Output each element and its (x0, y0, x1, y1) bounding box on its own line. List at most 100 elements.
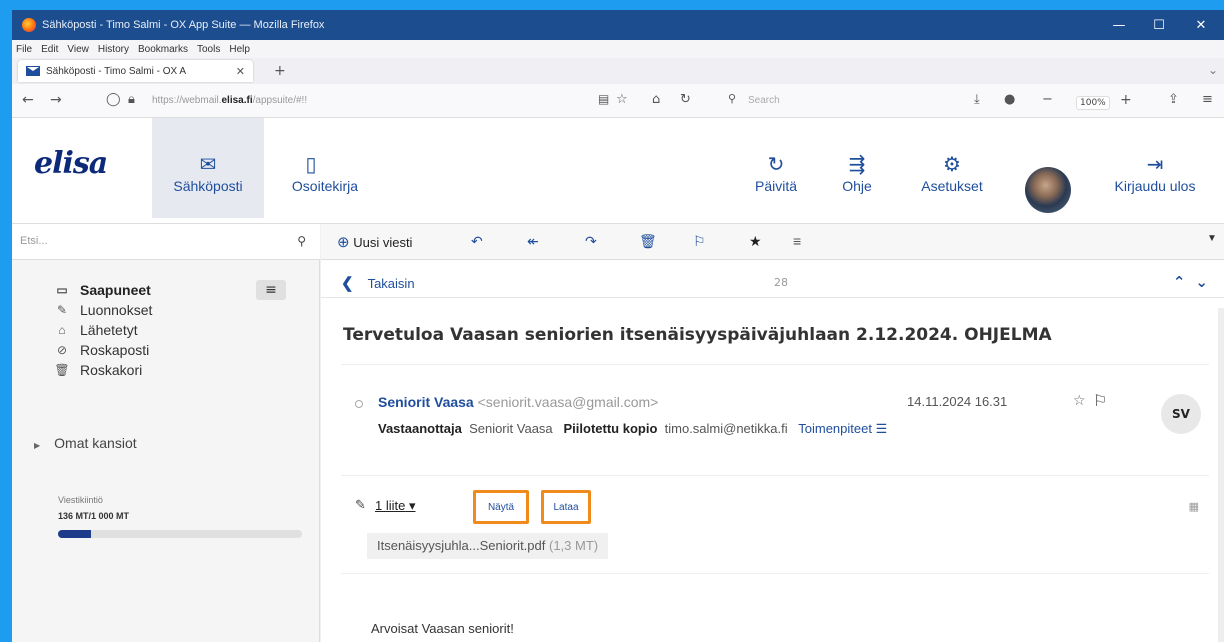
back-button[interactable]: ❮ Takaisin (341, 274, 415, 292)
actions-button[interactable]: Toimenpiteet ☰ (798, 421, 887, 436)
message-header: Seniorit Vaasa <seniorit.vaasa@gmail.com… (341, 364, 1209, 476)
browser-search-input[interactable]: Search (748, 95, 780, 106)
paperclip-icon: ✎ (355, 498, 366, 513)
expand-triangle-icon[interactable]: ▶ (34, 441, 40, 450)
search-icon[interactable]: ⚲ (297, 234, 306, 248)
actions-menu-icon: ☰ (875, 421, 888, 436)
address-book-icon: ▯ (305, 154, 317, 176)
folder-sent[interactable]: ⌂ Lähetetyt (52, 320, 138, 340)
star-outline-icon[interactable]: ☆ (1073, 393, 1086, 409)
bcc-value[interactable]: timo.salmi@netikka.fi (665, 421, 788, 436)
download-attachment-button[interactable]: Lataa (541, 490, 591, 524)
reply-icon[interactable]: ↶ (471, 233, 483, 250)
reply-all-icon[interactable]: ↞ (527, 233, 539, 250)
new-message-button[interactable]: ⊕ Uusi viesti (337, 233, 412, 251)
more-actions-icon[interactable]: ≡ (793, 233, 801, 249)
bookmark-star-icon[interactable]: ☆ (616, 92, 628, 107)
quota-value: 136 MT/1 000 MT (58, 511, 130, 521)
close-window-button[interactable]: ✕ (1178, 10, 1224, 40)
user-avatar[interactable] (1025, 167, 1071, 213)
spam-icon: ⊘ (56, 343, 68, 357)
folder-drafts[interactable]: ✎ Luonnokset (52, 300, 152, 320)
help-label: Ohje (842, 178, 872, 194)
scrollbar[interactable] (1218, 308, 1224, 642)
menu-edit[interactable]: Edit (41, 44, 58, 55)
mail-toolbar: ⊕ Uusi viesti ↶ ↞ ↷ 🗑︎ ⚐ ★ ≡ ▼ (321, 224, 1224, 260)
message-pane: ⊕ Uusi viesti ↶ ↞ ↷ 🗑︎ ⚐ ★ ≡ ▼ ❮ Takaisin… (321, 224, 1224, 642)
elisa-logo[interactable]: elisa (34, 146, 108, 181)
tab-title: Sähköposti - Timo Salmi - OX A (46, 65, 187, 77)
mail-search[interactable]: Etsi... ⚲ (12, 224, 320, 260)
tab-bar: Sähköposti - Timo Salmi - OX A ✕ + ⌄ (12, 58, 1224, 84)
tab-close-icon[interactable]: ✕ (236, 65, 245, 78)
new-tab-button[interactable]: + (274, 63, 286, 79)
help-button[interactable]: ⇶ Ohje (832, 118, 882, 218)
extension-icon[interactable]: ● (1004, 92, 1015, 107)
zoom-level[interactable]: 100% (1076, 96, 1110, 110)
url-bar[interactable]: https://webmail.elisa.fi/appsuite/#!! (152, 95, 307, 106)
attachment-toggle[interactable]: 1 liite ▾ (375, 498, 416, 514)
message-count: 28 (774, 276, 788, 289)
title-bar: Sähköposti - Timo Salmi - OX App Suite —… (12, 10, 1224, 40)
app-header: elisa ✉ Sähköposti ▯ Osoitekirja ↻ Päivi… (12, 118, 1224, 224)
mail-search-input[interactable]: Etsi... (20, 235, 48, 247)
contacts-app-button[interactable]: ▯ Osoitekirja (284, 118, 366, 218)
prev-next-icons[interactable]: ⌃⌄ (1173, 273, 1218, 291)
mail-app-button[interactable]: ✉ Sähköposti (152, 118, 264, 218)
zoom-out-icon[interactable]: − (1042, 92, 1053, 107)
toolbar-dropdown-icon[interactable]: ▼ (1207, 233, 1217, 244)
window-title: Sähköposti - Timo Salmi - OX App Suite —… (42, 19, 325, 31)
message-nav-row: ❮ Takaisin 28 ⌃⌄ (321, 270, 1224, 298)
forward-icon[interactable]: ↷ (585, 233, 597, 250)
delete-icon[interactable]: 🗑︎ (639, 233, 657, 250)
own-folders[interactable]: ▶ Omat kansiot (34, 435, 137, 451)
browser-tab[interactable]: Sähköposti - Timo Salmi - OX A ✕ (18, 60, 253, 82)
menu-tools[interactable]: Tools (197, 44, 220, 55)
menu-help[interactable]: Help (229, 44, 250, 55)
attachment-file[interactable]: Itsenäisyysjuhla...Seniorit.pdf (1,3 MT) (367, 533, 609, 559)
settings-button[interactable]: ⚙ Asetukset (906, 118, 998, 218)
unread-dot-icon[interactable] (355, 400, 363, 408)
nav-bar: ← → ◯ 🔒︎ https://webmail.elisa.fi/appsui… (12, 84, 1224, 118)
browser-window: Sähköposti - Timo Salmi - OX App Suite —… (12, 10, 1224, 642)
quota-label: Viestikiintiö (58, 495, 103, 505)
sender[interactable]: Seniorit Vaasa <seniorit.vaasa@gmail.com… (378, 394, 658, 410)
shield-icon[interactable]: ◯ (106, 92, 121, 107)
home-icon[interactable]: ⌂ (652, 92, 660, 107)
folder-sidebar: Etsi... ⚲ ▭ Saapuneet ≡ ✎ Luonnokset ⌂ L… (12, 224, 320, 642)
refresh-label: Päivitä (754, 178, 798, 194)
back-arrow-icon[interactable]: ← (22, 92, 34, 108)
inbox-menu-icon[interactable]: ≡ (256, 280, 286, 300)
logout-button[interactable]: ⇥ Kirjaudu ulos (1096, 118, 1214, 218)
list-tabs-icon[interactable]: ⌄ (1208, 63, 1218, 77)
menu-view[interactable]: View (67, 44, 89, 55)
folder-inbox[interactable]: ▭ Saapuneet (52, 280, 150, 300)
folder-spam[interactable]: ⊘ Roskaposti (52, 340, 149, 360)
hamburger-menu-icon[interactable]: ≡ (1202, 92, 1213, 107)
sender-name[interactable]: Seniorit Vaasa (378, 394, 474, 410)
folder-label: Lähetetyt (80, 322, 138, 338)
reload-icon[interactable]: ↻ (680, 92, 691, 107)
url-suffix: /appsuite/#!! (252, 95, 308, 106)
folder-label: Roskaposti (80, 342, 150, 358)
to-value[interactable]: Seniorit Vaasa (469, 421, 553, 436)
reader-icon[interactable]: ▤ (598, 92, 609, 106)
download-icon[interactable]: ⤓ (974, 92, 980, 107)
lock-icon[interactable]: 🔒︎ (128, 92, 135, 107)
folder-trash[interactable]: 🗑︎ Roskakori (52, 360, 142, 380)
maximize-button[interactable]: ☐ (1136, 10, 1182, 40)
star-icon[interactable]: ★ (749, 233, 762, 250)
flag-icon[interactable]: ⚐ (693, 233, 706, 250)
grid-view-icon[interactable]: ▦ (1189, 500, 1199, 513)
view-attachment-button[interactable]: Näytä (473, 490, 529, 524)
zoom-in-icon[interactable]: + (1120, 92, 1132, 108)
menu-bookmarks[interactable]: Bookmarks (138, 44, 188, 55)
refresh-icon: ↻ (767, 154, 785, 176)
menu-file[interactable]: File (16, 44, 32, 55)
flag-outline-icon[interactable]: ⚐ (1093, 391, 1107, 410)
forward-arrow-icon[interactable]: → (50, 92, 62, 108)
menu-history[interactable]: History (98, 44, 129, 55)
share-icon[interactable]: ⇪ (1168, 92, 1179, 107)
refresh-button[interactable]: ↻ Päivitä (748, 118, 804, 218)
bcc-label: Piilotettu kopio (563, 421, 658, 436)
